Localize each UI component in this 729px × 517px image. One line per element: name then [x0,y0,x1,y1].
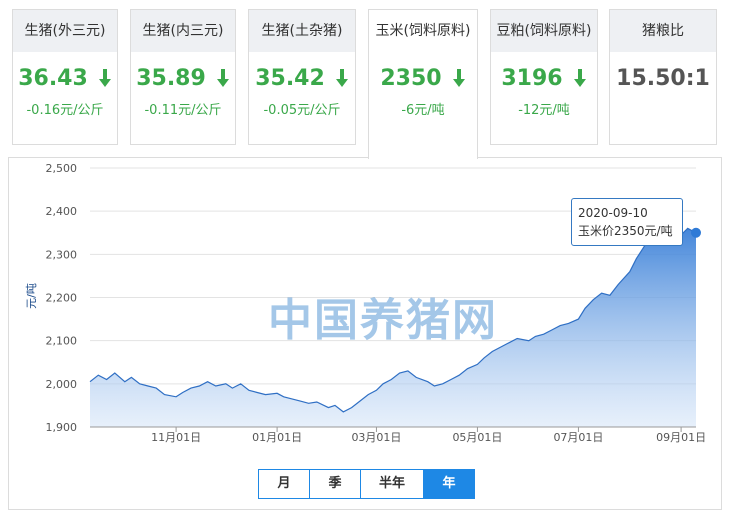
x-tick-label: 07月01日 [553,431,603,444]
x-tick-label: 11月01日 [151,431,201,444]
y-tick-label: 2,200 [46,292,78,305]
card-price: 2350 [369,66,477,91]
period-month[interactable]: 月 [259,470,310,498]
period-selector: 月 季 半年 年 [258,469,475,499]
y-tick-label: 2,100 [46,335,78,348]
x-axis: 11月01日 01月01日 03月01日 05月01日 07月01日 09月01日 [151,427,706,444]
card-title: 玉米(饲料原料) [369,10,477,52]
y-axis-label: 元/吨 [25,283,38,309]
y-tick-label: 1,900 [46,421,78,434]
latest-price-marker[interactable] [691,227,701,238]
card-corn[interactable]: 玉米(饲料原料) 2350 -6元/吨 [368,9,478,159]
price-tooltip: 2020-09-10 玉米价2350元/吨 [571,198,683,246]
down-arrow-icon [452,69,465,87]
tooltip-value: 玉米价2350元/吨 [578,224,673,238]
period-quarter[interactable]: 季 [310,470,361,498]
x-tick-label: 03月01日 [351,431,401,444]
y-tick-label: 2,300 [46,248,78,261]
corn-price-chart[interactable]: 1,9002,0002,1002,2002,3002,4002,500 元/吨 … [0,0,729,517]
watermark-text: 中国养猪网 [268,295,498,346]
x-tick-label: 05月01日 [452,431,502,444]
y-tick-label: 2,500 [46,162,78,175]
x-tick-label: 09月01日 [656,431,706,444]
tooltip-date: 2020-09-10 [578,206,648,220]
x-tick-label: 01月01日 [252,431,302,444]
y-tick-label: 2,000 [46,378,78,391]
y-axis: 1,900 2,000 2,100 2,200 2,300 2,400 2,500 [46,162,78,434]
y-tick-label: 2,400 [46,205,78,218]
card-change: -6元/吨 [401,103,445,118]
period-year[interactable]: 年 [424,470,474,498]
period-half-year[interactable]: 半年 [361,470,424,498]
